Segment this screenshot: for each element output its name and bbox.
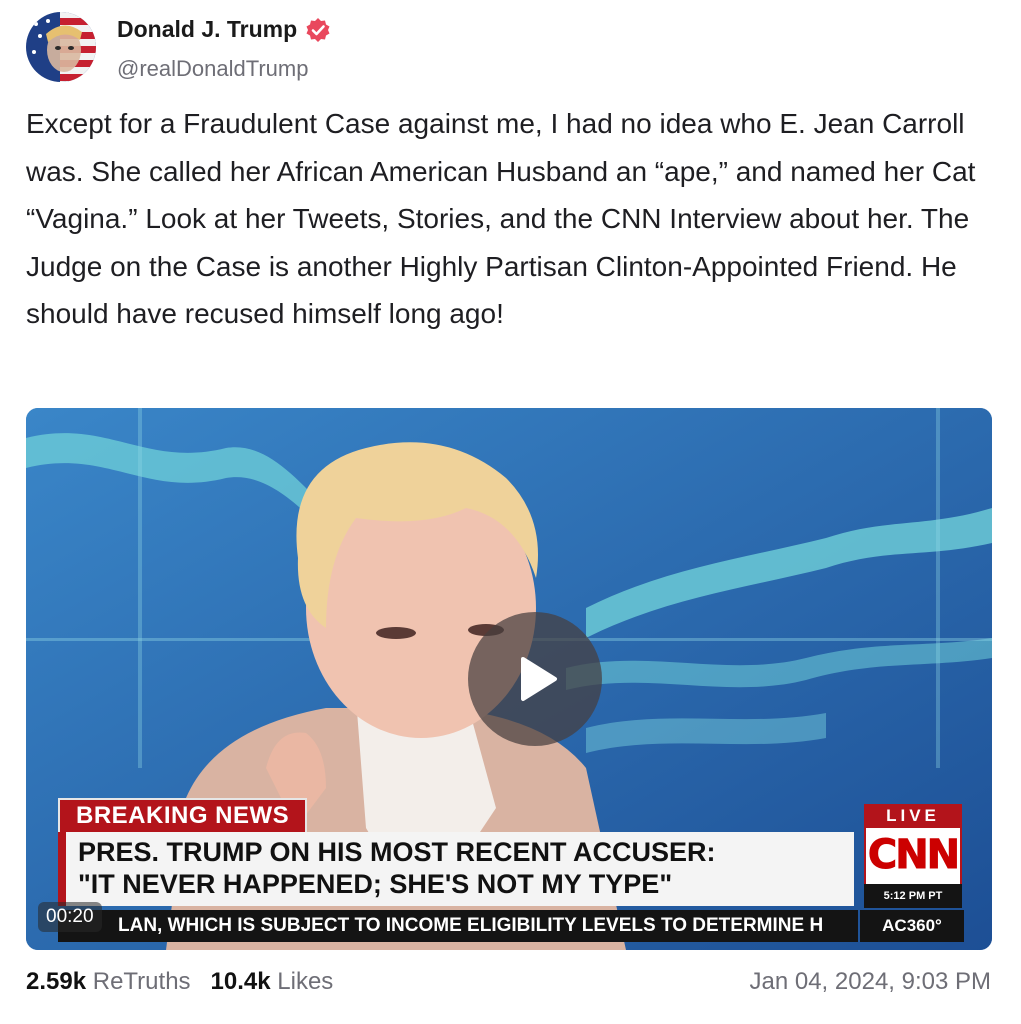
- likes-stat[interactable]: 10.4k Likes: [211, 968, 334, 996]
- display-name[interactable]: Donald J. Trump: [117, 16, 331, 43]
- retruths-stat[interactable]: 2.59k ReTruths: [26, 968, 191, 996]
- likes-count: 10.4k: [210, 968, 271, 995]
- retruths-label: ReTruths: [92, 968, 191, 995]
- retruths-count: 2.59k: [26, 968, 87, 995]
- verified-badge-icon: [306, 17, 330, 42]
- avatar[interactable]: [26, 12, 96, 82]
- post-card: Donald J. Trump @realDonaldTrump Except …: [0, 0, 1021, 1024]
- video-player[interactable]: BREAKING NEWS PRES. TRUMP ON HIS MOST RE…: [26, 408, 992, 950]
- display-name-text: Donald J. Trump: [117, 16, 298, 42]
- play-button[interactable]: [468, 612, 602, 746]
- likes-label: Likes: [277, 968, 334, 995]
- handle[interactable]: @realDonaldTrump: [117, 56, 308, 82]
- avatar-image: [26, 12, 96, 82]
- video-timestamp: 00:20: [38, 902, 102, 932]
- post-date[interactable]: Jan 04, 2024, 9:03 PM: [750, 968, 992, 996]
- play-icon: [521, 657, 557, 701]
- post-stats: 2.59k ReTruths 10.4k Likes: [26, 968, 333, 996]
- post-text: Except for a Fraudulent Case against me,…: [26, 108, 984, 329]
